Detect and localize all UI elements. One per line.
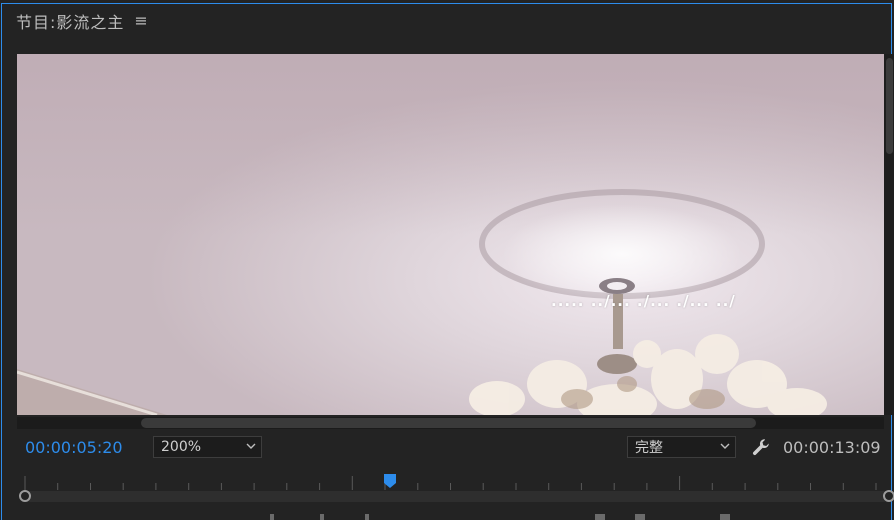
control-icon[interactable] — [720, 514, 730, 520]
control-icon[interactable] — [595, 514, 605, 520]
wrench-icon[interactable] — [751, 437, 771, 457]
playback-resolution-value: 完整 — [635, 440, 663, 456]
control-icon[interactable] — [365, 514, 369, 520]
hamburger-menu-icon[interactable]: ≡ — [134, 13, 147, 29]
current-timecode[interactable]: 00:00:05:20 — [25, 438, 123, 457]
time-ruler[interactable] — [17, 476, 884, 490]
horizontal-scroll-thumb[interactable] — [141, 418, 756, 428]
control-icon[interactable] — [635, 514, 645, 520]
video-frame — [17, 54, 884, 415]
zoom-level-value: 200% — [161, 439, 202, 455]
program-monitor-panel: 节目:影流之主 ≡ ..... ../... ./... ./... ../ 0… — [0, 0, 894, 520]
navigator-left-handle[interactable] — [19, 490, 31, 502]
chevron-down-icon — [246, 443, 256, 449]
panel-title[interactable]: 节目:影流之主 — [16, 9, 124, 33]
playback-resolution-dropdown[interactable]: 完整 — [627, 436, 736, 458]
navigator-bar[interactable] — [25, 491, 889, 502]
subtitle-overlay: ..... ../... ./... ./... ../ — [551, 292, 736, 310]
video-preview[interactable]: ..... ../... ./... ./... ../ — [17, 54, 884, 415]
navigator-right-handle[interactable] — [883, 490, 894, 502]
playhead-marker[interactable] — [383, 473, 397, 489]
duration-timecode: 00:00:13:09 — [783, 438, 881, 457]
control-icon[interactable] — [320, 514, 324, 520]
control-icon[interactable] — [270, 514, 274, 520]
chevron-down-icon — [720, 443, 730, 449]
vertical-scroll-thumb[interactable] — [886, 58, 893, 154]
panel-header: 节目:影流之主 ≡ — [16, 9, 148, 33]
transport-controls-row — [270, 514, 740, 520]
zoom-level-dropdown[interactable]: 200% — [153, 436, 262, 458]
